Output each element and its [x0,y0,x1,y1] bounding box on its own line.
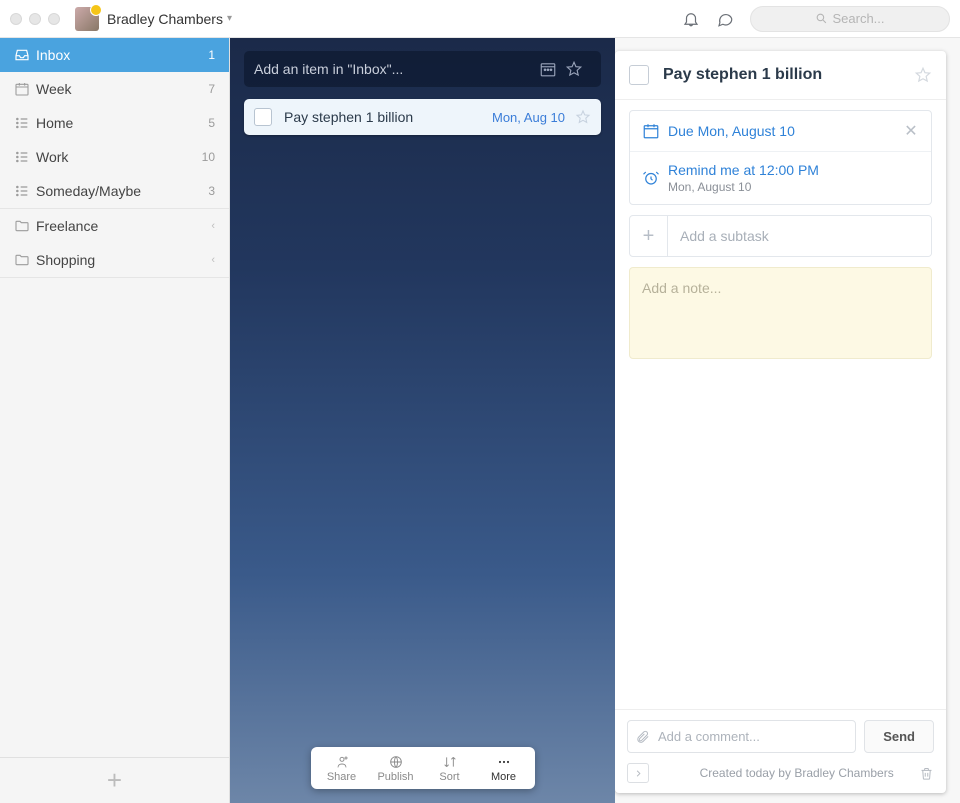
attachment-icon[interactable] [635,729,650,744]
chevron-left-icon: ‹ [211,220,215,232]
comment-input[interactable] [627,720,856,753]
date-picker-icon[interactable] [539,60,565,78]
calendar-icon [14,81,36,97]
sidebar-item-count: 1 [208,48,215,62]
avatar[interactable] [75,7,99,31]
tool-label: More [477,771,531,783]
task-date: Mon, Aug 10 [492,110,565,125]
detail-pane: Pay stephen 1 billion Due Mon, August 10… [615,38,960,803]
reminder-label: Remind me at 12:00 PM [668,162,919,178]
add-subtask-icon[interactable]: + [630,216,668,256]
task-checkbox[interactable] [254,108,272,126]
sidebar-item-count: 3 [208,184,215,198]
star-icon[interactable] [565,60,591,78]
sidebar-item-label: Home [36,115,208,131]
traffic-close[interactable] [10,13,22,25]
list-icon [14,183,36,199]
sidebar-item-shopping[interactable]: Shopping ‹ [0,243,229,277]
sidebar-item-count: 7 [208,82,215,96]
due-date-row[interactable]: Due Mon, August 10 ✕ [630,111,931,151]
folder-icon [14,218,36,234]
list-icon [14,149,36,165]
detail-title[interactable]: Pay stephen 1 billion [663,66,914,84]
due-date-label: Due Mon, August 10 [668,123,903,139]
subtask-input[interactable] [668,216,931,256]
sidebar-item-label: Inbox [36,47,208,63]
clear-due-icon[interactable]: ✕ [903,121,919,141]
sidebar-item-work[interactable]: Work 10 [0,140,229,174]
task-row[interactable]: Pay stephen 1 billion Mon, Aug 10 [244,99,601,135]
window-controls [10,13,60,25]
add-list-button[interactable]: + [0,757,229,803]
user-name[interactable]: Bradley Chambers [107,11,223,27]
trash-icon[interactable] [919,766,934,781]
task-list-pane: Pay stephen 1 billion Mon, Aug 10 Share … [230,38,615,803]
user-menu-caret[interactable]: ▾ [227,13,232,24]
sidebar-item-freelance[interactable]: Freelance ‹ [0,209,229,243]
tool-sort[interactable]: Sort [423,753,477,783]
sort-icon [423,753,477,771]
sidebar-item-inbox[interactable]: Inbox 1 [0,38,229,72]
chat-icon[interactable] [716,10,740,28]
sidebar: Inbox 1 Week 7 Home 5 Work 10 Someday/Ma… [0,38,230,803]
sidebar-item-count: 5 [208,116,215,130]
collapse-icon[interactable] [627,763,649,783]
date-reminder-box: Due Mon, August 10 ✕ Remind me at 12:00 … [629,110,932,205]
alarm-icon [642,169,668,187]
note-placeholder: Add a note... [642,280,721,296]
sidebar-item-home[interactable]: Home 5 [0,106,229,140]
sidebar-item-count: 10 [202,150,215,164]
bell-icon[interactable] [682,10,706,28]
traffic-min[interactable] [29,13,41,25]
sidebar-item-label: Shopping [36,252,211,268]
tool-more[interactable]: More [477,753,531,783]
tool-label: Sort [423,771,477,783]
inbox-icon [14,47,36,63]
reminder-sub: Mon, August 10 [668,180,919,194]
star-icon[interactable] [914,66,932,84]
add-item-input[interactable] [254,61,539,77]
titlebar: Bradley Chambers ▾ Search... [0,0,960,38]
share-icon [315,753,369,771]
search-placeholder: Search... [832,11,884,26]
add-item-bar[interactable] [244,51,601,87]
sidebar-item-label: Week [36,81,208,97]
globe-icon [369,753,423,771]
sidebar-item-someday[interactable]: Someday/Maybe 3 [0,174,229,208]
more-icon [477,753,531,771]
send-button[interactable]: Send [864,720,934,753]
detail-header: Pay stephen 1 billion [615,51,946,100]
tool-publish[interactable]: Publish [369,753,423,783]
note-box[interactable]: Add a note... [629,267,932,359]
reminder-row[interactable]: Remind me at 12:00 PM Mon, August 10 [630,151,931,204]
folder-icon [14,252,36,268]
sidebar-item-label: Work [36,149,202,165]
task-title: Pay stephen 1 billion [284,109,492,125]
traffic-max[interactable] [48,13,60,25]
tool-label: Publish [369,771,423,783]
created-text: Created today by Bradley Chambers [700,766,894,780]
calendar-icon [642,122,668,140]
subtask-box: + [629,215,932,257]
sidebar-item-label: Someday/Maybe [36,183,208,199]
sidebar-item-label: Freelance [36,218,211,234]
chevron-left-icon: ‹ [211,254,215,266]
star-icon[interactable] [575,109,591,125]
search-input[interactable]: Search... [750,6,950,32]
sidebar-item-week[interactable]: Week 7 [0,72,229,106]
bottom-toolbar: Share Publish Sort More [311,747,535,789]
list-icon [14,115,36,131]
detail-checkbox[interactable] [629,65,649,85]
tool-label: Share [315,771,369,783]
tool-share[interactable]: Share [315,753,369,783]
